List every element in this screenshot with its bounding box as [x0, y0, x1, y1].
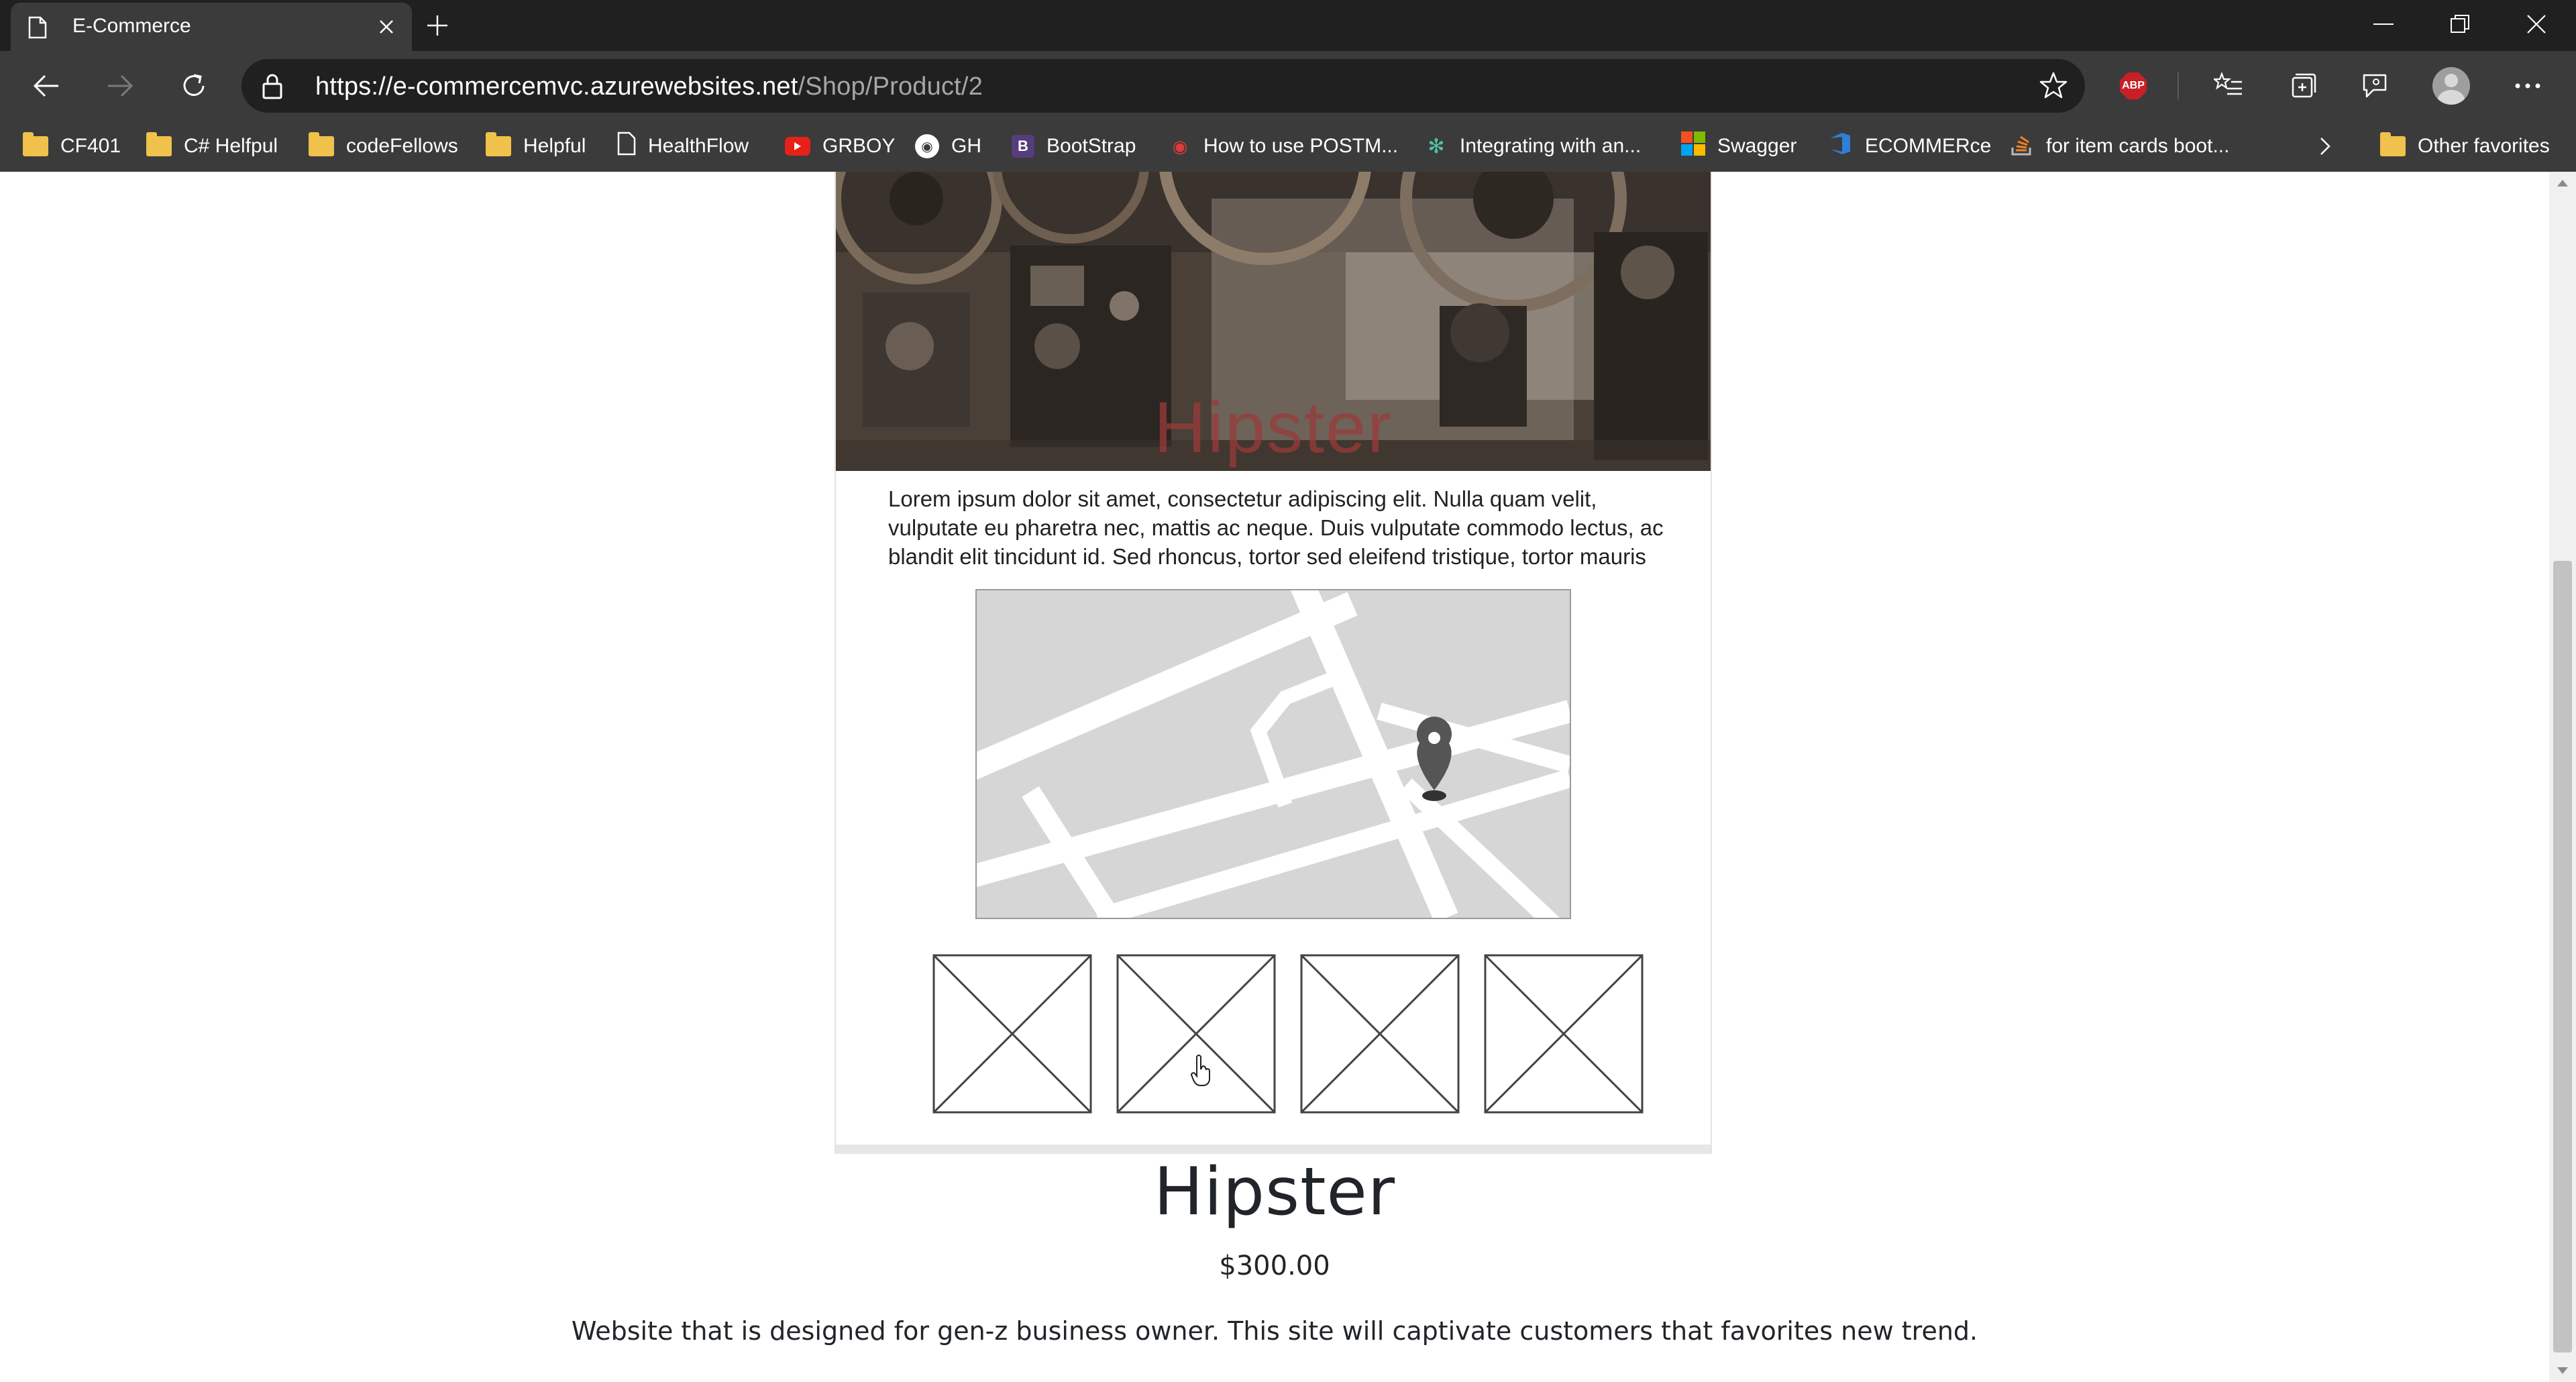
bookmark-bootstrap[interactable]: B BootStrap	[1012, 121, 1136, 172]
product-image: Hipster Lorem ipsum dolor sit amet, cons…	[835, 172, 1712, 1154]
page-icon	[28, 16, 47, 42]
adblock-label: ABP	[2120, 72, 2147, 99]
folder-icon	[23, 132, 48, 156]
hero-title-text: Hipster	[1153, 386, 1393, 468]
bookmark-label: CF401	[60, 135, 121, 157]
map-placeholder	[975, 589, 1571, 919]
hand-cursor-icon	[1190, 1055, 1213, 1090]
page-icon	[617, 131, 636, 161]
bookmark-label: GRBOY	[822, 135, 896, 157]
bookmark-label: codeFellows	[346, 135, 458, 157]
folder-icon	[486, 132, 511, 156]
bookmark-integrating[interactable]: ✻ Integrating with an...	[1425, 121, 1641, 172]
favorites-list-icon[interactable]	[2207, 64, 2250, 107]
browser-toolbar: https://e-commercemvc.azurewebsites.net/…	[0, 51, 2576, 121]
scroll-up-arrow-icon[interactable]	[2557, 180, 2568, 187]
bookmark-label: Swagger	[1717, 135, 1797, 157]
feedback-icon[interactable]	[2353, 64, 2396, 107]
bookmark-label: C# Helfpul	[184, 135, 278, 157]
bookmarks-overflow-chevron-icon[interactable]	[2318, 121, 2332, 172]
close-window-icon[interactable]	[2500, 5, 2573, 43]
lock-icon[interactable]	[262, 72, 283, 103]
scroll-down-arrow-icon[interactable]	[2557, 1367, 2568, 1374]
image-bottom-border	[836, 1145, 1711, 1154]
restore-icon[interactable]	[2423, 5, 2497, 43]
stackoverflow-icon	[2010, 131, 2034, 161]
bookmark-label: How to use POSTM...	[1203, 135, 1399, 157]
avatar	[2432, 67, 2470, 105]
toolbar-divider	[2178, 72, 2179, 99]
address-bar[interactable]: https://e-commercemvc.azurewebsites.net/…	[241, 59, 2085, 113]
bookmark-label: GH	[951, 135, 981, 157]
bookmark-postman[interactable]: ◉ How to use POSTM...	[1169, 121, 1398, 172]
bookmark-label: Helpful	[523, 135, 586, 157]
active-tab[interactable]: E-Commerce	[11, 3, 412, 51]
devops-icon	[1827, 131, 1853, 161]
product-price: $300.00	[1219, 1251, 1330, 1281]
url-host: https://e-commercemvc.azurewebsites.net	[315, 72, 798, 101]
bookmark-cf401[interactable]: CF401	[23, 121, 121, 172]
url-text[interactable]: https://e-commercemvc.azurewebsites.net/…	[315, 72, 983, 101]
bookmark-healthflow[interactable]: HealthFlow	[617, 121, 749, 172]
bookmark-label: ECOMMERce	[1865, 135, 1992, 157]
bookmark-grboy[interactable]: GRBOY	[785, 121, 895, 172]
bookmark-item-cards[interactable]: for item cards boot...	[2010, 121, 2229, 172]
bookmark-codefellows[interactable]: codeFellows	[309, 121, 458, 172]
tab-title: E-Commerce	[72, 15, 191, 37]
close-tab-icon[interactable]	[377, 17, 396, 40]
bookmark-swagger[interactable]: Swagger	[1681, 121, 1796, 172]
product-description: Website that is designed for gen-z busin…	[571, 1316, 1978, 1346]
more-menu-icon[interactable]	[2506, 64, 2549, 107]
url-path: /Shop/Product/2	[798, 72, 983, 101]
scrollbar-thumb[interactable]	[2553, 561, 2572, 1352]
minimize-icon[interactable]	[2347, 5, 2420, 43]
other-favorites-label: Other favorites	[2418, 135, 2550, 157]
hero-photo: Hipster	[836, 172, 1711, 471]
bookmark-label: for item cards boot...	[2046, 135, 2230, 157]
thumbnail-placeholder	[932, 954, 1092, 1114]
bookmark-helpful[interactable]: Helpful	[486, 121, 586, 172]
github-icon: ◉	[915, 134, 939, 158]
folder-icon	[309, 132, 334, 156]
favorite-star-icon[interactable]	[2039, 71, 2068, 103]
refresh-icon[interactable]	[173, 66, 215, 106]
bookmark-csharp-helpful[interactable]: C# Helfpul	[146, 121, 278, 172]
bootstrap-icon: B	[1012, 135, 1034, 158]
bookmark-ecommerce[interactable]: ECOMMERce	[1827, 121, 1991, 172]
adblock-icon[interactable]: ABP	[2112, 64, 2155, 107]
product-name: Hipster	[1153, 1154, 1396, 1230]
other-favorites[interactable]: Other favorites	[2380, 121, 2550, 172]
postman-icon: ◉	[1172, 136, 1188, 156]
bookmark-label: HealthFlow	[648, 135, 749, 157]
youtube-icon	[785, 137, 810, 156]
folder-icon	[2380, 132, 2406, 156]
vertical-scrollbar[interactable]	[2549, 172, 2576, 1382]
tab-bar: E-Commerce	[0, 0, 2576, 51]
lorem-paragraph: Lorem ipsum dolor sit amet, consectetur …	[888, 486, 1664, 569]
thumbnail-placeholder	[1484, 954, 1644, 1114]
bookmark-gh[interactable]: ◉ GH	[915, 121, 981, 172]
back-icon[interactable]	[25, 66, 67, 106]
forward-icon[interactable]	[99, 66, 141, 106]
thumbnail-placeholder	[1300, 954, 1460, 1114]
openai-icon: ✻	[1428, 135, 1445, 158]
profile-avatar[interactable]	[2430, 64, 2473, 107]
microsoft-icon	[1681, 131, 1705, 161]
bookmarks-bar: CF401 C# Helfpul codeFellows Helpful Hea…	[0, 121, 2576, 172]
collections-icon[interactable]	[2281, 64, 2324, 107]
bookmark-label: Integrating with an...	[1460, 135, 1642, 157]
bookmark-label: BootStrap	[1046, 135, 1136, 157]
folder-icon	[146, 132, 172, 156]
page-viewport: Hipster Lorem ipsum dolor sit amet, cons…	[0, 172, 2549, 1382]
new-tab-icon[interactable]	[425, 13, 449, 41]
